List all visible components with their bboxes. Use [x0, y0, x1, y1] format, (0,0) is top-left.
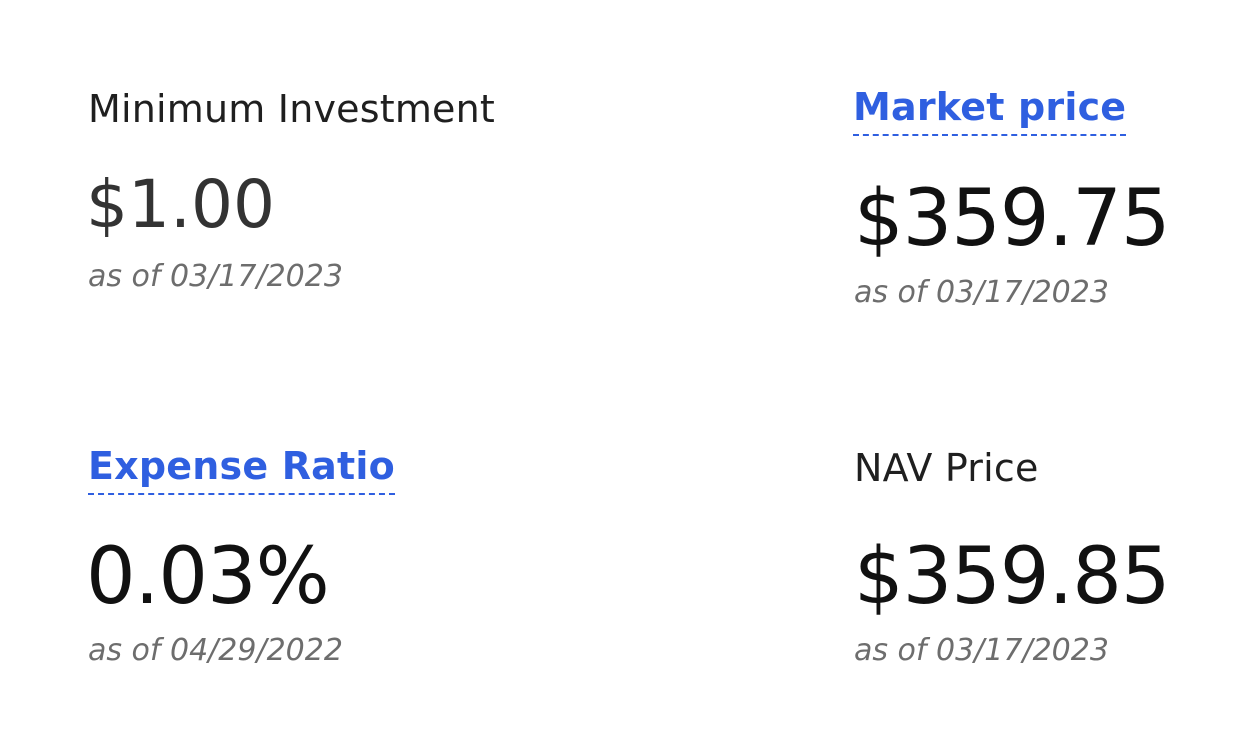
expense-ratio-link[interactable]: Expense Ratio: [88, 447, 395, 495]
market-price-link[interactable]: Market price: [853, 88, 1127, 136]
market-price-as-of: as of 03/17/2023: [854, 275, 1109, 310]
nav-price-as-of: as of 03/17/2023: [854, 633, 1109, 668]
minimum-investment-as-of: as of 03/17/2023: [88, 259, 343, 294]
nav-price-label: NAV Price: [854, 446, 1039, 490]
minimum-investment-label: Minimum Investment: [88, 87, 496, 131]
nav-price-value: $359.85: [854, 532, 1171, 622]
market-price-value: $359.75: [854, 174, 1171, 264]
minimum-investment-value: $1.00: [86, 166, 275, 243]
expense-ratio-value: 0.03%: [86, 532, 330, 622]
expense-ratio-as-of: as of 04/29/2022: [88, 633, 343, 668]
